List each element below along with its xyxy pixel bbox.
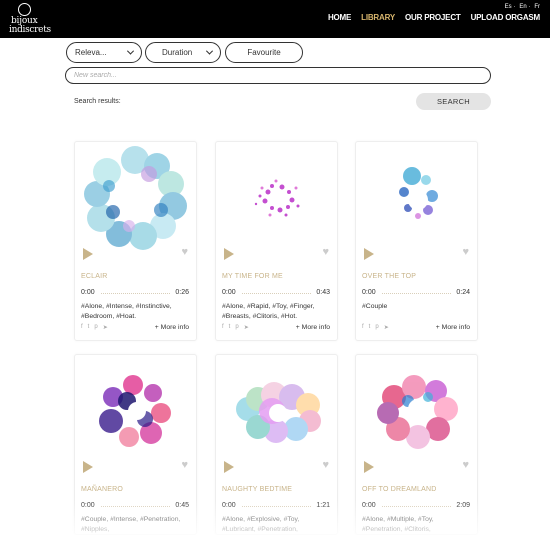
search-input[interactable] bbox=[65, 67, 491, 84]
track-artwork bbox=[254, 179, 300, 217]
time-total: 0:45 bbox=[175, 502, 189, 509]
track-card[interactable]: ♥ OVER THE TOP 0:00 0:24 #Couple f t p ➤… bbox=[355, 141, 478, 341]
play-icon[interactable] bbox=[364, 248, 374, 260]
track-title[interactable]: MY TIME FOR ME bbox=[222, 273, 283, 280]
lang-es[interactable]: Es bbox=[505, 4, 512, 10]
time-total: 0:24 bbox=[456, 289, 470, 296]
track-tags: #Alone, #Multiple, #Toy, #Penetration, #… bbox=[362, 516, 434, 533]
play-icon[interactable] bbox=[364, 461, 374, 473]
heart-icon[interactable]: ♥ bbox=[181, 247, 188, 258]
pinterest-icon[interactable]: p bbox=[235, 324, 238, 331]
progress-track[interactable] bbox=[242, 506, 311, 507]
twitter-icon[interactable]: t bbox=[229, 324, 231, 331]
play-icon[interactable] bbox=[83, 248, 93, 260]
progress-track[interactable] bbox=[242, 293, 311, 294]
track-tags: #Alone, #Intense, #Instinctive, #Bedroom… bbox=[81, 303, 172, 320]
track-artwork bbox=[399, 167, 438, 219]
logo-ring-icon bbox=[18, 3, 31, 16]
facebook-icon[interactable]: f bbox=[222, 324, 224, 331]
twitter-icon[interactable]: t bbox=[88, 324, 90, 331]
track-card[interactable]: ♥ MY TIME FOR ME 0:00 0:43 #Alone, #Rapi… bbox=[215, 141, 338, 341]
time-elapsed: 0:00 bbox=[81, 502, 95, 509]
search-button[interactable]: SEARCH bbox=[416, 93, 491, 110]
time-total: 0:43 bbox=[316, 289, 330, 296]
track-card[interactable]: ♥ MAÑANERO 0:00 0:45 #Couple, #Intense, … bbox=[74, 354, 197, 535]
pinterest-icon[interactable]: p bbox=[375, 324, 378, 331]
progress-track[interactable] bbox=[382, 506, 451, 507]
time-total: 2:09 bbox=[456, 502, 470, 509]
heart-icon[interactable]: ♥ bbox=[462, 460, 469, 471]
nav-library[interactable]: LIBRARY bbox=[361, 13, 395, 22]
twitter-icon[interactable]: t bbox=[369, 324, 371, 331]
telegram-icon[interactable]: ➤ bbox=[103, 324, 108, 331]
facebook-icon[interactable]: f bbox=[362, 324, 364, 331]
duration-select[interactable]: Duration bbox=[145, 42, 221, 63]
main-nav: HOME LIBRARY OUR PROJECT UPLOAD ORGASM bbox=[328, 13, 540, 22]
facebook-icon[interactable]: f bbox=[81, 324, 83, 331]
time-total: 1:21 bbox=[316, 502, 330, 509]
track-card[interactable]: ♥ OFF TO DREAMLAND 0:00 2:09 #Alone, #Mu… bbox=[355, 354, 478, 535]
track-artwork bbox=[99, 375, 171, 447]
play-icon[interactable] bbox=[224, 461, 234, 473]
search-results-label: Search results: bbox=[74, 98, 121, 105]
track-tags: #Alone, #Rapid, #Toy, #Finger, #Breasts,… bbox=[222, 303, 315, 320]
share-icons: f t p ➤ bbox=[362, 324, 389, 331]
play-icon[interactable] bbox=[83, 461, 93, 473]
share-icons: f t p ➤ bbox=[81, 324, 108, 331]
lang-fr[interactable]: Fr bbox=[534, 4, 540, 10]
logo-line2: indiscrets bbox=[9, 25, 51, 35]
time-elapsed: 0:00 bbox=[222, 289, 236, 296]
progress-track[interactable] bbox=[101, 506, 170, 507]
heart-icon[interactable]: ♥ bbox=[462, 247, 469, 258]
track-tags: #Couple bbox=[362, 303, 388, 310]
heart-icon[interactable]: ♥ bbox=[322, 460, 329, 471]
telegram-icon[interactable]: ➤ bbox=[384, 324, 389, 331]
track-card[interactable]: ♥ ECLAIR 0:00 0:26 #Alone, #Intense, #In… bbox=[74, 141, 197, 341]
heart-icon[interactable]: ♥ bbox=[181, 460, 188, 471]
heart-icon[interactable]: ♥ bbox=[322, 247, 329, 258]
more-info-link[interactable]: + More info bbox=[296, 324, 330, 331]
track-title[interactable]: OFF TO DREAMLAND bbox=[362, 486, 437, 493]
time-elapsed: 0:00 bbox=[362, 289, 376, 296]
time-total: 0:26 bbox=[175, 289, 189, 296]
play-icon[interactable] bbox=[224, 248, 234, 260]
chevron-down-icon bbox=[126, 47, 135, 55]
favourite-button[interactable]: Favourite bbox=[225, 42, 303, 63]
logo[interactable]: bijoux indiscrets bbox=[8, 3, 52, 37]
share-icons: f t p ➤ bbox=[222, 324, 249, 331]
time-elapsed: 0:00 bbox=[362, 502, 376, 509]
track-artwork bbox=[84, 146, 187, 250]
progress-track[interactable] bbox=[382, 293, 451, 294]
more-info-link[interactable]: + More info bbox=[436, 324, 470, 331]
site-header: bijoux indiscrets Es · En · Fr HOME LIBRAR… bbox=[0, 0, 550, 38]
nav-upload-orgasm[interactable]: UPLOAD ORGASM bbox=[471, 13, 541, 22]
telegram-icon[interactable]: ➤ bbox=[244, 324, 249, 331]
more-info-link[interactable]: + More info bbox=[155, 324, 189, 331]
track-title[interactable]: NAUGHTY BEDTIME bbox=[222, 486, 292, 493]
sort-select[interactable]: Releva... bbox=[66, 42, 142, 63]
duration-select-value: Duration bbox=[162, 48, 193, 57]
sort-select-value: Releva... bbox=[75, 48, 107, 57]
track-artwork bbox=[377, 375, 458, 449]
pinterest-icon[interactable]: p bbox=[94, 324, 97, 331]
track-artwork bbox=[236, 382, 321, 443]
favourite-label: Favourite bbox=[247, 48, 281, 57]
track-tags: #Couple, #Intense, #Penetration, #Nipple… bbox=[81, 516, 181, 533]
track-title[interactable]: MAÑANERO bbox=[81, 486, 123, 493]
track-tags: #Alone, #Explosive, #Toy, #Lubricant, #P… bbox=[222, 516, 300, 533]
time-elapsed: 0:00 bbox=[81, 289, 95, 296]
progress-track[interactable] bbox=[101, 293, 170, 294]
track-title[interactable]: OVER THE TOP bbox=[362, 273, 416, 280]
lang-en[interactable]: En bbox=[519, 4, 526, 10]
nav-home[interactable]: HOME bbox=[328, 13, 351, 22]
chevron-down-icon bbox=[205, 47, 214, 55]
time-elapsed: 0:00 bbox=[222, 502, 236, 509]
nav-our-project[interactable]: OUR PROJECT bbox=[405, 13, 461, 22]
track-title[interactable]: ECLAIR bbox=[81, 273, 108, 280]
language-switcher: Es · En · Fr bbox=[504, 4, 540, 10]
track-card[interactable]: ♥ NAUGHTY BEDTIME 0:00 1:21 #Alone, #Exp… bbox=[215, 354, 338, 535]
